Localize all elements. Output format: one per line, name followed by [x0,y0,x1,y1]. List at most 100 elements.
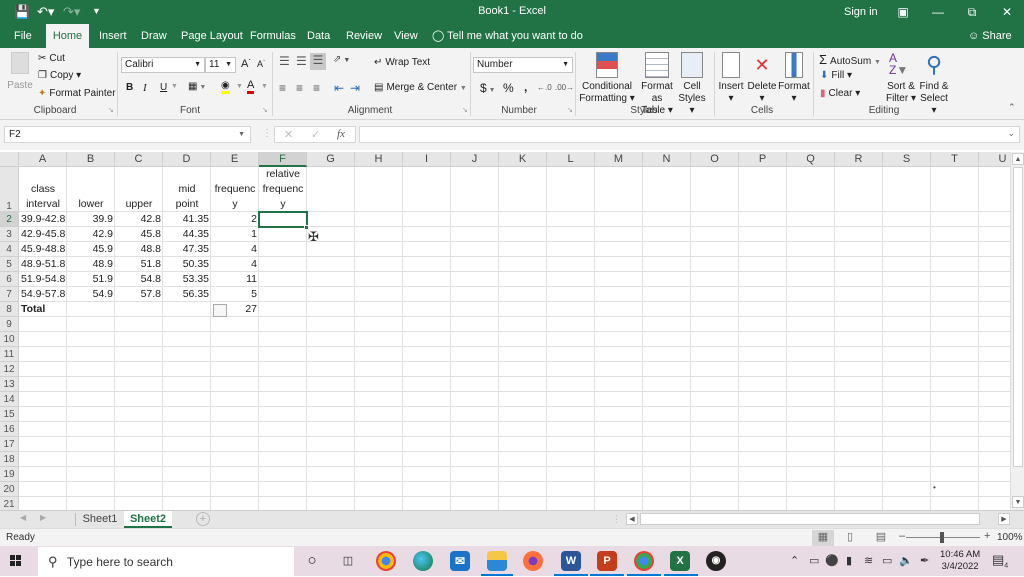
microphone-icon[interactable]: ▮ [846,554,852,567]
row-header-4[interactable]: 4 [0,242,19,257]
cell-A3[interactable]: 42.9-45.8 [19,227,67,242]
column-header-D[interactable]: D [163,152,211,167]
font-color-dropdown-icon[interactable]: ▼ [261,83,268,90]
tab-splitter-handle[interactable]: ⋮ [612,514,621,525]
cell-A6[interactable]: 51.9-54.8 [19,272,67,287]
decrease-font-size-icon[interactable]: A˙ [257,59,266,69]
column-header-C[interactable]: C [115,152,163,167]
cell-C2[interactable]: 42.8 [115,212,163,227]
insert-function-icon[interactable]: fx [337,128,345,140]
column-header-J[interactable]: J [451,152,499,167]
tab-draw[interactable]: Draw [135,24,173,48]
expand-formula-icon[interactable]: ⌄ [1007,128,1015,139]
obs-icon[interactable]: ◉ [706,551,726,571]
column-header-F[interactable]: F [259,152,307,167]
collapse-ribbon-icon[interactable]: ⌃ [1008,102,1016,113]
column-header-E[interactable]: E [211,152,259,167]
page-break-view-icon[interactable]: ▤ [870,530,892,546]
decrease-decimal-icon[interactable]: .00→ [555,83,574,92]
taskbar-search-box[interactable]: ⚲ Type here to search [38,547,294,576]
tab-formulas[interactable]: Formulas [244,24,302,48]
cell-B7[interactable]: 54.9 [67,287,115,302]
font-name-dropdown[interactable]: Calibri ▼ [121,57,205,73]
select-all-button[interactable] [0,152,19,167]
firefox-icon[interactable] [523,551,543,571]
pen-icon[interactable]: ✒ [920,554,929,567]
row-header-10[interactable]: 10 [0,332,19,347]
italic-button[interactable]: I [143,82,147,94]
sheet-tab-sheet1[interactable]: Sheet1 [76,511,124,528]
tab-data[interactable]: Data [301,24,336,48]
cell-E5[interactable]: 4 [211,257,259,272]
borders-icon[interactable]: ▦ ▼ [188,81,206,92]
worksheet-grid[interactable]: ABCDEFGHIJKLMNOPQRSTU 1 2 3 4 5 6 7 8 9 10 11 12 13 1… [0,152,1010,510]
cell-F1[interactable]: relative frequenc y [259,167,307,212]
row-header-7[interactable]: 7 [0,287,19,302]
share-button[interactable]: ☺ Share [968,24,1012,48]
cell-A4[interactable]: 45.9-48.8 [19,242,67,257]
column-header-H[interactable]: H [355,152,403,167]
sign-in-link[interactable]: Sign in [844,6,878,18]
column-header-M[interactable]: M [595,152,643,167]
cell-B2[interactable]: 39.9 [67,212,115,227]
file-explorer-icon[interactable] [487,551,507,571]
save-icon[interactable]: 💾 [14,4,30,20]
cell-D3[interactable]: 44.35 [163,227,211,242]
customize-qat-icon[interactable]: ▼ [92,6,101,16]
cortana-icon[interactable]: ○ [302,551,322,571]
zoom-in-icon[interactable]: + [984,530,990,542]
active-cell-F2[interactable] [258,211,308,228]
cell-A8[interactable]: Total [19,302,67,317]
cell-B6[interactable]: 51.9 [67,272,115,287]
row-header-1[interactable]: 1 [0,167,19,212]
column-header-G[interactable]: G [307,152,355,167]
normal-view-icon[interactable]: ▦ [812,530,834,546]
middle-align-icon[interactable]: ☰ [296,54,307,68]
currency-button[interactable]: $ ▼ [480,81,496,95]
column-header-U[interactable]: U [979,152,1010,167]
cell-E2[interactable]: 2 [211,212,259,227]
scroll-up-icon[interactable]: ▲ [1012,153,1024,165]
notifications-icon[interactable]: ▤4 [992,552,1008,570]
undo-icon[interactable]: ↶▾ [37,4,54,20]
excel-icon[interactable]: X [670,551,690,571]
align-right-icon[interactable]: ≡ [313,81,320,95]
cell-B1[interactable]: lower [67,197,115,212]
row-header-3[interactable]: 3 [0,227,19,242]
cell-D2[interactable]: 41.35 [163,212,211,227]
column-header-A[interactable]: A [19,152,67,167]
task-view-icon[interactable]: ◫ [338,551,358,571]
cell-D1[interactable]: mid point [163,182,211,212]
copy-button[interactable]: ❐ Copy ▾ [38,70,81,81]
row-header-15[interactable]: 15 [0,407,19,422]
orientation-icon[interactable]: ⇗ ▼ [333,54,350,65]
windows-start-icon[interactable] [10,555,22,567]
formula-input[interactable]: ⌄ [359,126,1020,143]
cell-C6[interactable]: 54.8 [115,272,163,287]
page-layout-view-icon[interactable]: ▯ [839,530,861,546]
top-align-icon[interactable]: ☰ [279,54,290,68]
cell-B3[interactable]: 42.9 [67,227,115,242]
cell-E7[interactable]: 5 [211,287,259,302]
volume-icon[interactable]: 🔈 [899,554,913,567]
cell-A5[interactable]: 48.9-51.8 [19,257,67,272]
align-left-icon[interactable]: ≡ [279,81,286,95]
wrap-text-button[interactable]: ↵ Wrap Text [374,57,430,68]
cell-styles-button[interactable]: Cell Styles ▾ [676,52,708,117]
align-center-icon[interactable]: ≡ [296,81,303,95]
bold-button[interactable]: B [126,82,133,93]
battery-icon[interactable]: ▭ [882,554,892,567]
add-sheet-icon[interactable]: + [196,512,210,526]
font-launcher-icon[interactable]: ↘ [262,106,268,114]
column-header-L[interactable]: L [547,152,595,167]
restore-icon[interactable]: ⧉ [957,2,987,22]
column-header-S[interactable]: S [883,152,931,167]
delete-cells-button[interactable]: ✕ Delete ▾ [747,52,777,105]
clipboard-launcher-icon[interactable]: ↘ [108,106,114,114]
row-header-9[interactable]: 9 [0,317,19,332]
tab-review[interactable]: Review [340,24,388,48]
tab-insert[interactable]: Insert [93,24,133,48]
ribbon-display-options-icon[interactable]: ▣ [888,2,918,22]
font-color-icon[interactable]: A [247,79,255,94]
cancel-icon[interactable]: ✕ [284,128,293,141]
